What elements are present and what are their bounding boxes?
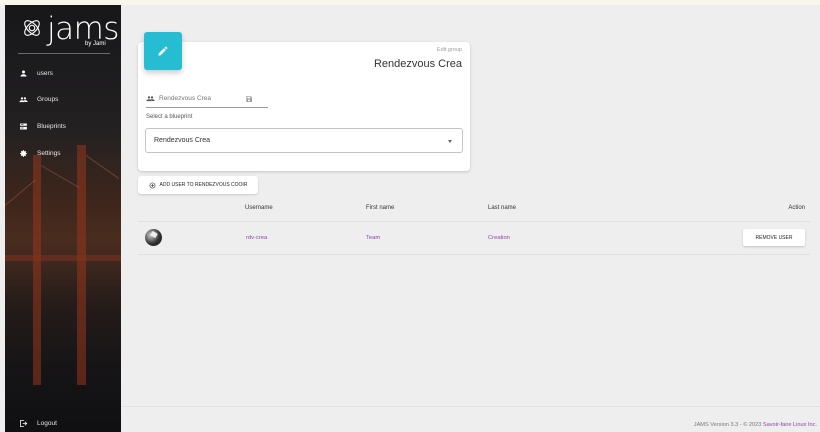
sidebar-item-label: Groups: [37, 95, 59, 103]
remove-user-button[interactable]: REMOVE USER: [743, 229, 805, 246]
remove-user-label: REMOVE USER: [755, 234, 793, 241]
bridge-tower-left: [33, 155, 41, 385]
bridge-cable: [40, 165, 80, 188]
sidebar-item-blueprints[interactable]: Blueprints: [17, 118, 66, 134]
footer-version: JAMS Version 3.3 - © 2023: [693, 422, 763, 428]
sidebar-item-label: Settings: [37, 149, 61, 157]
chevron-down-icon: [448, 140, 452, 143]
last-name-cell[interactable]: Creation: [488, 235, 510, 241]
jams-logo: jams by Jami: [21, 11, 119, 51]
column-header-last-name: Last name: [488, 205, 517, 211]
logout-button[interactable]: Logout: [17, 415, 57, 431]
group-icon: [17, 93, 29, 105]
column-header-username: Username: [245, 205, 273, 211]
avatar: [145, 229, 162, 246]
logo-subtext: by Jami: [85, 41, 106, 47]
sidebar-item-label: users: [37, 69, 53, 77]
group-icon: [146, 96, 155, 102]
column-header-action: Action: [788, 205, 805, 211]
bridge-cable: [85, 155, 120, 179]
group-name-input[interactable]: [159, 95, 239, 102]
group-name-field: [146, 90, 268, 108]
group-title: Rendezvous Crea: [373, 58, 462, 70]
logout-label: Logout: [37, 419, 57, 427]
add-circle-icon: [149, 182, 155, 188]
column-header-first-name: First name: [366, 205, 395, 211]
logo-divider: [18, 53, 110, 54]
jami-logo-icon: [24, 20, 40, 36]
top-strip: [0, 0, 820, 5]
add-user-button[interactable]: ADD USER TO RENDEZVOUS COOIR: [138, 176, 258, 194]
card-caption: Edit group: [436, 47, 462, 53]
sidebar-item-label: Blueprints: [37, 122, 66, 130]
sidebar-item-groups[interactable]: Groups: [17, 91, 58, 107]
footer-company-link[interactable]: Savoir-faire Linux Inc.: [763, 422, 817, 428]
table-row: rdv-crea Team Creation REMOVE USER: [138, 222, 810, 255]
sidebar-item-users[interactable]: users: [17, 65, 53, 81]
table-header: Username First name Last name Action: [138, 196, 810, 222]
logout-icon: [17, 417, 29, 429]
footer: JAMS Version 3.3 - © 2023 Savoir-faire L…: [694, 422, 817, 428]
edit-group-card: Edit group Rendezvous Crea Select a blue…: [138, 42, 470, 171]
sidebar: jams by Jami users Groups Blueprints Set…: [5, 5, 121, 432]
logo-text: jams: [47, 11, 119, 47]
footer-divider: [121, 406, 820, 407]
bridge-tower-right: [77, 145, 86, 385]
bridge-cable: [5, 179, 36, 206]
first-name-cell[interactable]: Team: [366, 235, 380, 241]
username-cell[interactable]: rdv-crea: [246, 235, 267, 241]
sidebar-item-settings[interactable]: Settings: [17, 145, 61, 161]
person-icon: [17, 67, 29, 79]
blueprint-selected-value: Rendezvous Crea: [154, 137, 211, 144]
add-user-label: ADD USER TO RENDEZVOUS COOIR: [159, 182, 248, 188]
gear-icon: [17, 147, 29, 159]
pencil-icon: [158, 46, 168, 56]
blueprint-select-label: Select a blueprint: [146, 114, 193, 120]
bridge-deck: [5, 255, 121, 261]
edit-badge: [144, 32, 182, 70]
save-icon[interactable]: [245, 95, 253, 103]
blueprint-select[interactable]: Rendezvous Crea: [145, 128, 463, 153]
blueprint-icon: [17, 120, 29, 132]
group-users-table: Username First name Last name Action rdv…: [138, 196, 810, 255]
